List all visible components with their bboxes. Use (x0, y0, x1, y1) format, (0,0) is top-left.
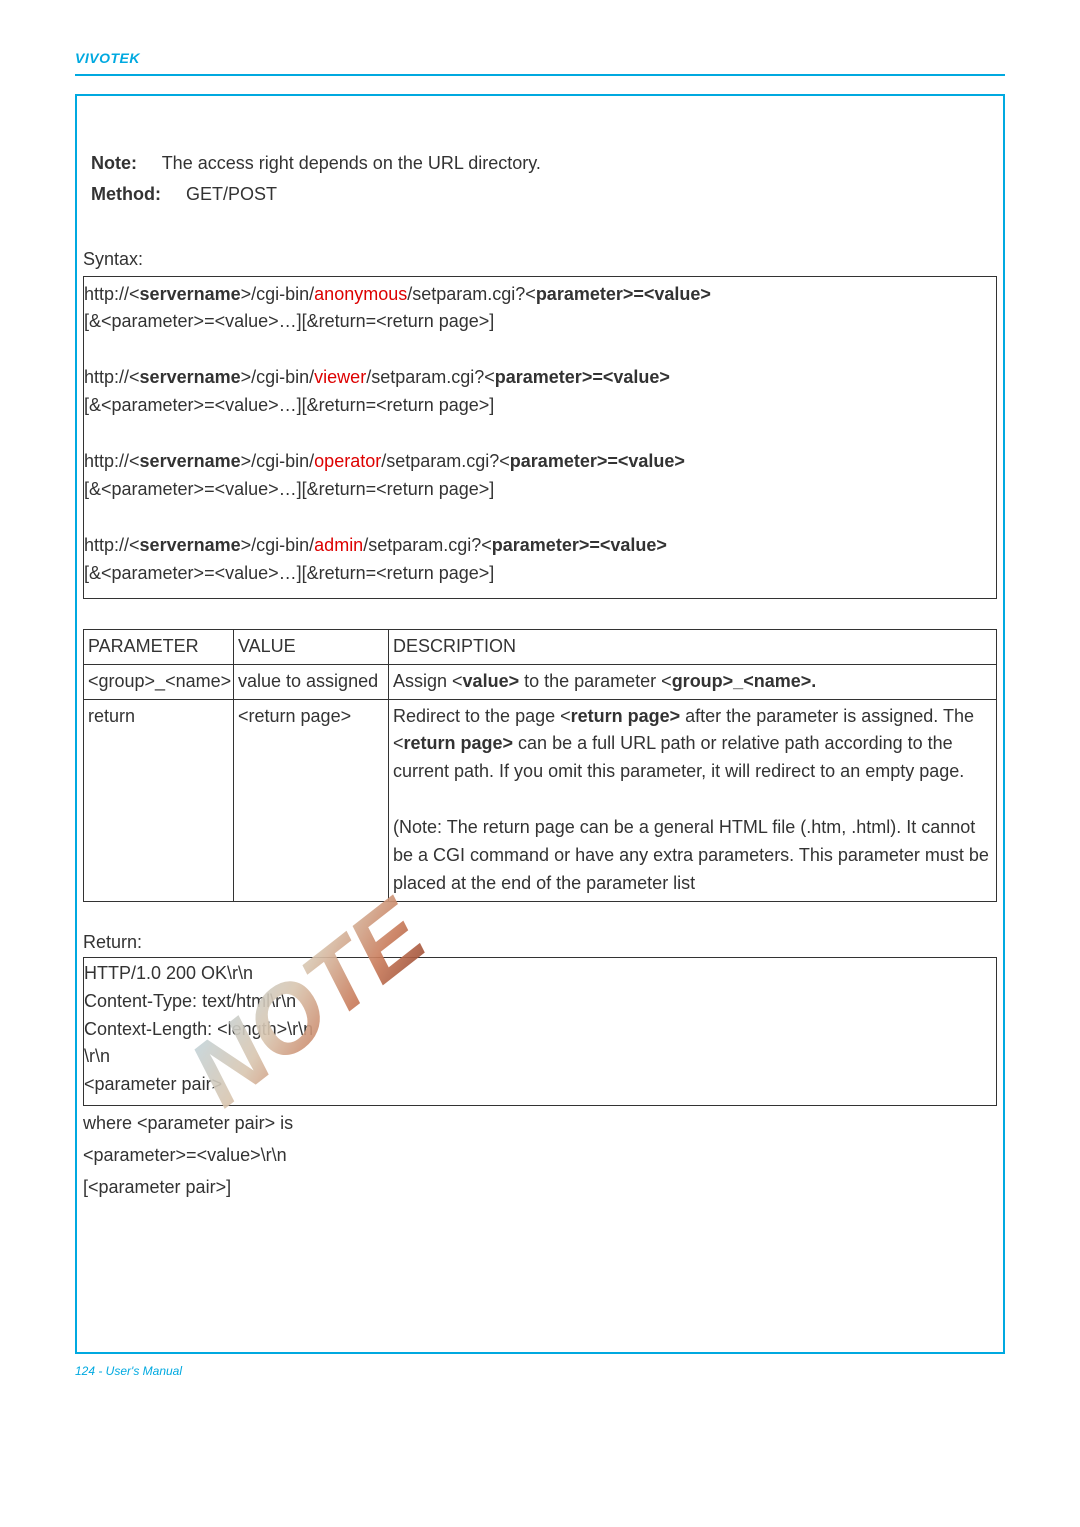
syntax-servername: servername (140, 284, 241, 304)
desc-mid: to the parameter < (519, 671, 672, 691)
d1a: Redirect to the page < (393, 706, 571, 726)
desc-bold1: value> (463, 671, 520, 691)
parameter-table: PARAMETER VALUE DESCRIPTION <group>_<nam… (83, 629, 997, 902)
syntax-cont-2: [&<parameter>=<value>…][&return=<return … (84, 392, 996, 420)
syntax-paramval: parameter>=<value> (510, 451, 685, 471)
syntax-paramval: parameter>=<value> (495, 367, 670, 387)
note-text: The access right depends on the URL dire… (162, 153, 541, 173)
return-label: Return: (83, 932, 1003, 953)
syntax-role-admin: admin (314, 535, 363, 555)
syntax-setparam: /setparam.cgi?< (366, 367, 495, 387)
table-row: return <return page> Redirect to the pag… (84, 699, 997, 901)
syntax-line-admin: http://<servername>/cgi-bin/admin/setpar… (84, 532, 996, 560)
return-line-4: \r\n (84, 1043, 996, 1071)
method-value: GET/POST (186, 184, 277, 204)
desc-bold2: group>_<name>. (672, 671, 817, 691)
syntax-cont-1: [&<parameter>=<value>…][&return=<return … (84, 308, 996, 336)
cell-value-assigned: value to assigned (234, 664, 389, 699)
syntax-http: http://< (84, 451, 140, 471)
syntax-setparam: /setparam.cgi?< (363, 535, 492, 555)
d2: (Note: The return page can be a general … (393, 817, 989, 893)
syntax-role-anonymous: anonymous (314, 284, 407, 304)
syntax-cgibin: >/cgi-bin/ (241, 367, 315, 387)
syntax-cont-4: [&<parameter>=<value>…][&return=<return … (84, 560, 996, 588)
cell-param-groupname: <group>_<name> (84, 664, 234, 699)
syntax-box: http://<servername>/cgi-bin/anonymous/se… (83, 276, 997, 599)
table-header-row: PARAMETER VALUE DESCRIPTION (84, 629, 997, 664)
header-divider (75, 74, 1005, 76)
syntax-label: Syntax: (83, 249, 1003, 270)
syntax-setparam: /setparam.cgi?< (407, 284, 536, 304)
syntax-setparam: /setparam.cgi?< (381, 451, 510, 471)
return-after-2: <parameter>=<value>\r\n (83, 1142, 1003, 1170)
syntax-paramval: parameter>=<value> (536, 284, 711, 304)
syntax-http: http://< (84, 535, 140, 555)
page-frame: VIVOTEK NOTE (0, 0, 1080, 1418)
syntax-servername: servername (140, 451, 241, 471)
return-line-5: <parameter pair> (84, 1071, 996, 1099)
syntax-cont-3: [&<parameter>=<value>…][&return=<return … (84, 476, 996, 504)
syntax-cgibin: >/cgi-bin/ (241, 284, 315, 304)
d1b: return page> (571, 706, 681, 726)
note-access-right: Note: The access right depends on the UR… (91, 149, 1003, 178)
syntax-line-anonymous: http://<servername>/cgi-bin/anonymous/se… (84, 281, 996, 309)
section-body: Note: The access right depends on the UR… (77, 149, 1003, 1202)
page-header-brand: VIVOTEK (75, 50, 1005, 66)
syntax-paramval: parameter>=<value> (492, 535, 667, 555)
syntax-servername: servername (140, 367, 241, 387)
return-after-1: where <parameter pair> is (83, 1110, 1003, 1138)
content-frame: NOTE Note: The access right depends on t… (75, 94, 1005, 1354)
return-line-2: Content-Type: text/html\r\n (84, 988, 996, 1016)
table-row: <group>_<name> value to assigned Assign … (84, 664, 997, 699)
syntax-line-operator: http://<servername>/cgi-bin/operator/set… (84, 448, 996, 476)
return-box: HTTP/1.0 200 OK\r\n Content-Type: text/h… (83, 957, 997, 1106)
cell-desc-assign: Assign <value> to the parameter <group>_… (389, 664, 997, 699)
syntax-http: http://< (84, 284, 140, 304)
syntax-http: http://< (84, 367, 140, 387)
note-label: Note: (91, 153, 137, 173)
d1d: return page> (404, 733, 514, 753)
th-description: DESCRIPTION (389, 629, 997, 664)
return-line-1: HTTP/1.0 200 OK\r\n (84, 960, 996, 988)
cell-param-return: return (84, 699, 234, 901)
syntax-role-operator: operator (314, 451, 381, 471)
syntax-line-viewer: http://<servername>/cgi-bin/viewer/setpa… (84, 364, 996, 392)
syntax-cgibin: >/cgi-bin/ (241, 535, 315, 555)
return-line-3: Context-Length: <length>\r\n (84, 1016, 996, 1044)
desc-prefix: Assign < (393, 671, 463, 691)
note-list: Note: The access right depends on the UR… (77, 149, 1003, 209)
syntax-servername: servername (140, 535, 241, 555)
cell-desc-return: Redirect to the page <return page> after… (389, 699, 997, 901)
method-line: Method: GET/POST (91, 180, 1003, 209)
method-label: Method: (91, 184, 161, 204)
syntax-cgibin: >/cgi-bin/ (241, 451, 315, 471)
th-value: VALUE (234, 629, 389, 664)
cell-value-returnpage: <return page> (234, 699, 389, 901)
return-after-3: [<parameter pair>] (83, 1174, 1003, 1202)
th-parameter: PARAMETER (84, 629, 234, 664)
page-footer: 124 - User's Manual (75, 1364, 1005, 1378)
syntax-role-viewer: viewer (314, 367, 366, 387)
